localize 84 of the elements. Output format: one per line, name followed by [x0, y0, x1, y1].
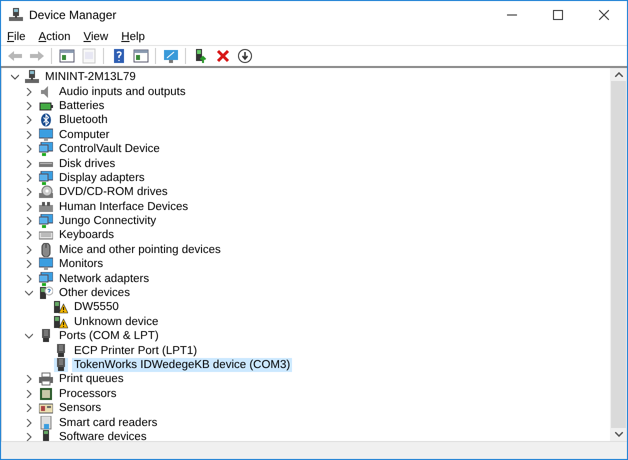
- expand-icon[interactable]: [25, 188, 33, 196]
- monitor-icon: [39, 128, 53, 142]
- expand-icon[interactable]: [25, 217, 33, 226]
- warning-device-icon: [54, 314, 68, 329]
- tree-item[interactable]: Human Interface Devices: [57, 200, 190, 214]
- tree-item[interactable]: Computer: [57, 128, 112, 142]
- tree-item[interactable]: ECP Printer Port (LPT1): [72, 344, 200, 358]
- panel-icon[interactable]: [57, 46, 76, 66]
- collapse-icon[interactable]: [25, 289, 33, 298]
- computer-icon: [9, 8, 23, 22]
- tree-item[interactable]: ControlVault Device: [57, 142, 162, 156]
- keyboard-icon: [39, 200, 53, 214]
- tree-item[interactable]: Network adapters: [57, 272, 152, 286]
- collapse-icon[interactable]: [25, 332, 33, 340]
- disc-drive-icon: [39, 185, 53, 200]
- network-monitor-icon: [39, 272, 53, 286]
- expand-icon[interactable]: [25, 274, 33, 283]
- tree-item[interactable]: DW5550: [72, 300, 121, 314]
- expand-icon[interactable]: [25, 375, 33, 384]
- tree-item[interactable]: TokenWorks IDWedegeKB device (COM3): [72, 358, 292, 372]
- tree-item[interactable]: Ports (COM & LPT): [57, 329, 161, 344]
- download-icon[interactable]: [235, 46, 254, 66]
- tree-item[interactable]: Bluetooth: [57, 113, 110, 128]
- tree-item[interactable]: Other devices: [57, 286, 132, 300]
- network-monitor-icon: [39, 142, 53, 156]
- scroll-up-icon[interactable]: [614, 72, 622, 77]
- expand-icon[interactable]: [25, 145, 33, 154]
- expand-icon[interactable]: [25, 116, 33, 124]
- port-icon: [39, 329, 53, 344]
- tree-item[interactable]: Audio inputs and outputs: [57, 84, 188, 99]
- port-icon: [54, 358, 68, 372]
- card-reader-icon: [39, 416, 53, 430]
- close-icon: [599, 10, 609, 20]
- menu-item[interactable]: File: [7, 30, 26, 42]
- expand-icon[interactable]: [25, 432, 33, 441]
- network-monitor-icon: [39, 170, 53, 185]
- scroll-thumb[interactable]: [611, 81, 626, 428]
- expand-icon[interactable]: [25, 130, 33, 139]
- panel-icon[interactable]: [131, 46, 150, 66]
- scrollbar[interactable]: [610, 68, 627, 441]
- expand-icon[interactable]: [25, 418, 33, 427]
- collapse-icon[interactable]: [11, 73, 19, 82]
- tree-item[interactable]: Unknown device: [72, 314, 160, 329]
- tree-item[interactable]: MININT-2M13L79: [43, 70, 138, 84]
- tree-item[interactable]: Smart card readers: [57, 416, 160, 430]
- port-icon: [54, 344, 68, 358]
- monitor-icon: [39, 257, 53, 272]
- expand-icon[interactable]: [25, 174, 33, 182]
- expand-icon[interactable]: [25, 202, 33, 211]
- maximize-icon: [553, 10, 563, 20]
- tree-item[interactable]: Software devices: [57, 430, 149, 441]
- warning-device-icon: [54, 300, 68, 314]
- menu-item[interactable]: View: [84, 30, 108, 42]
- expand-icon[interactable]: [25, 231, 33, 240]
- tree-item[interactable]: Processors: [57, 386, 119, 401]
- expand-icon[interactable]: [25, 390, 33, 398]
- unknown-device-icon: [39, 286, 53, 300]
- sensor-icon: [39, 401, 53, 416]
- window-title: Device Manager: [29, 8, 116, 22]
- tree-item[interactable]: Monitors: [57, 257, 106, 272]
- expand-icon[interactable]: [25, 88, 33, 96]
- tree-item[interactable]: Sensors: [57, 401, 104, 416]
- expand-icon[interactable]: [25, 404, 33, 412]
- mouse-icon: [39, 242, 53, 257]
- chip-icon: [39, 386, 53, 401]
- tree-item[interactable]: DVD/CD-ROM drives: [57, 185, 170, 200]
- expand-icon[interactable]: [25, 160, 33, 168]
- menu-item[interactable]: Help: [121, 30, 145, 42]
- tree-item[interactable]: Display adapters: [57, 170, 147, 185]
- menu-item[interactable]: Action: [38, 30, 71, 42]
- tree-item[interactable]: Batteries: [57, 98, 106, 113]
- printer-icon: [39, 372, 53, 386]
- bluetooth-icon: [39, 113, 53, 128]
- tree-item[interactable]: Print queues: [57, 372, 126, 386]
- tree-item[interactable]: Keyboards: [57, 228, 116, 242]
- tree-item[interactable]: Jungo Connectivity: [57, 214, 158, 228]
- computer-icon: [25, 70, 39, 84]
- expand-icon[interactable]: [25, 102, 33, 110]
- network-monitor-icon: [39, 214, 53, 228]
- tree-item[interactable]: Disk drives: [57, 156, 118, 171]
- expand-icon[interactable]: [25, 246, 33, 254]
- expand-icon[interactable]: [25, 260, 33, 268]
- tree-item[interactable]: Mice and other pointing devices: [57, 242, 223, 257]
- scroll-down-icon[interactable]: [614, 432, 622, 437]
